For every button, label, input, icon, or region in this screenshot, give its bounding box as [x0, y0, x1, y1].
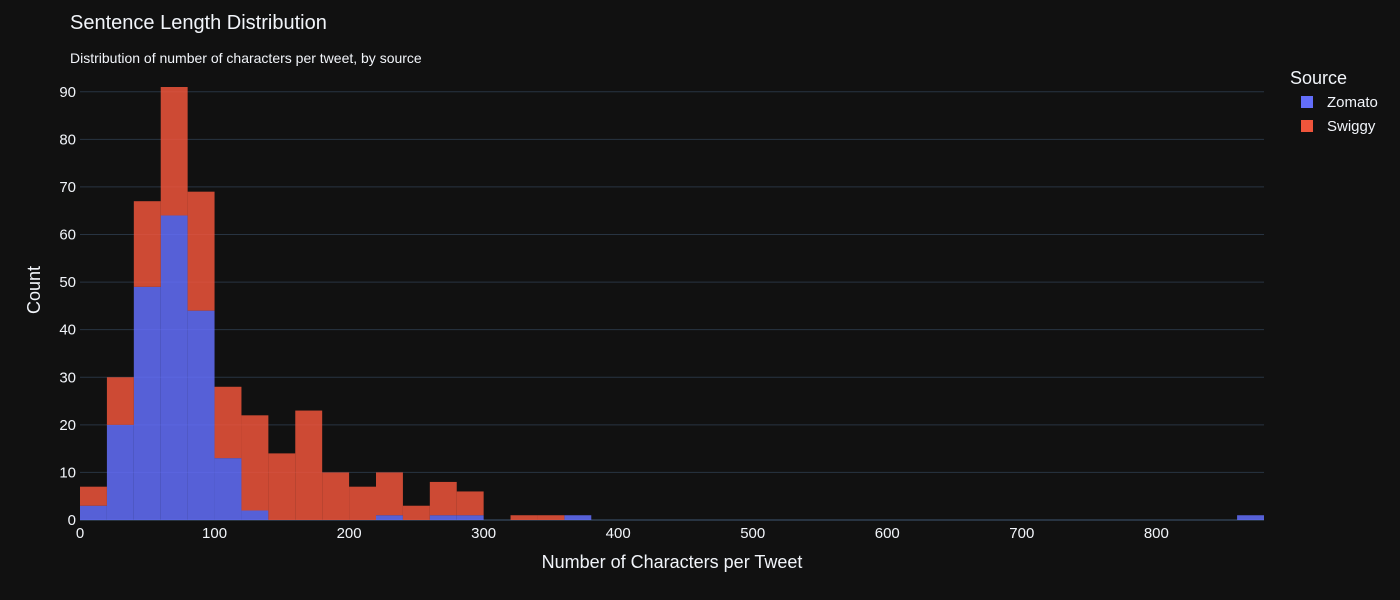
bar-swiggy[interactable]	[510, 515, 538, 520]
x-axis-title: Number of Characters per Tweet	[542, 552, 803, 572]
bar-swiggy[interactable]	[429, 481, 457, 516]
bar-swiggy[interactable]	[349, 486, 376, 520]
x-tick-label: 500	[740, 525, 765, 542]
bar-swiggy[interactable]	[295, 410, 323, 520]
bar-zomato[interactable]	[214, 458, 242, 520]
x-tick-label: 0	[76, 525, 84, 542]
bar-zomato[interactable]	[456, 515, 484, 520]
bar-swiggy[interactable]	[80, 486, 107, 506]
bar-swiggy[interactable]	[241, 415, 269, 511]
y-tick-label: 20	[59, 417, 76, 434]
bar-swiggy[interactable]	[106, 377, 134, 425]
legend-swatch-zomato	[1301, 96, 1313, 108]
bar-swiggy[interactable]	[214, 386, 242, 459]
bar-swiggy[interactable]	[160, 87, 188, 216]
legend-title: Source	[1290, 68, 1347, 88]
x-tick-label: 600	[875, 525, 900, 542]
x-tick-label: 300	[471, 525, 496, 542]
bar-swiggy[interactable]	[402, 505, 430, 520]
x-tick-label: 100	[202, 525, 227, 542]
y-tick-label: 10	[59, 464, 76, 481]
y-tick-label: 70	[59, 179, 76, 196]
bar-swiggy[interactable]	[456, 491, 484, 516]
y-tick-label: 80	[59, 131, 76, 148]
chart-subtitle: Distribution of number of characters per…	[70, 50, 422, 66]
x-tick-label: 400	[606, 525, 631, 542]
bar-swiggy[interactable]	[322, 472, 350, 520]
x-tick-label: 800	[1144, 525, 1169, 542]
histogram-chart: Sentence Length Distribution Distributio…	[0, 0, 1400, 600]
legend-swatch-swiggy	[1301, 120, 1313, 132]
bar-zomato[interactable]	[429, 515, 457, 520]
y-tick-label: 0	[68, 512, 76, 529]
y-tick-label: 40	[59, 322, 76, 339]
bar-swiggy[interactable]	[187, 191, 215, 311]
bar-zomato[interactable]	[160, 215, 188, 520]
bar-zomato[interactable]	[106, 424, 134, 520]
y-tick-label: 30	[59, 369, 76, 386]
chart-title: Sentence Length Distribution	[70, 12, 327, 34]
legend-label-zomato: Zomato	[1327, 94, 1378, 111]
y-tick-label: 90	[59, 84, 76, 101]
y-axis-title: Count	[24, 266, 44, 314]
bar-zomato[interactable]	[80, 505, 107, 520]
bar-zomato[interactable]	[187, 310, 215, 520]
bar-swiggy[interactable]	[537, 515, 565, 520]
bar-swiggy[interactable]	[268, 453, 296, 520]
bar-zomato[interactable]	[564, 515, 592, 520]
bar-swiggy[interactable]	[376, 472, 403, 516]
y-tick-label: 60	[59, 227, 76, 244]
bar-zomato[interactable]	[376, 515, 403, 520]
bar-zomato[interactable]	[241, 510, 269, 520]
x-tick-label: 200	[337, 525, 362, 542]
bar-swiggy[interactable]	[133, 201, 161, 287]
bar-zomato[interactable]	[133, 286, 161, 520]
legend-label-swiggy: Swiggy	[1327, 118, 1376, 135]
y-tick-label: 50	[59, 274, 76, 291]
x-tick-label: 700	[1009, 525, 1034, 542]
bar-zomato[interactable]	[1237, 515, 1264, 520]
